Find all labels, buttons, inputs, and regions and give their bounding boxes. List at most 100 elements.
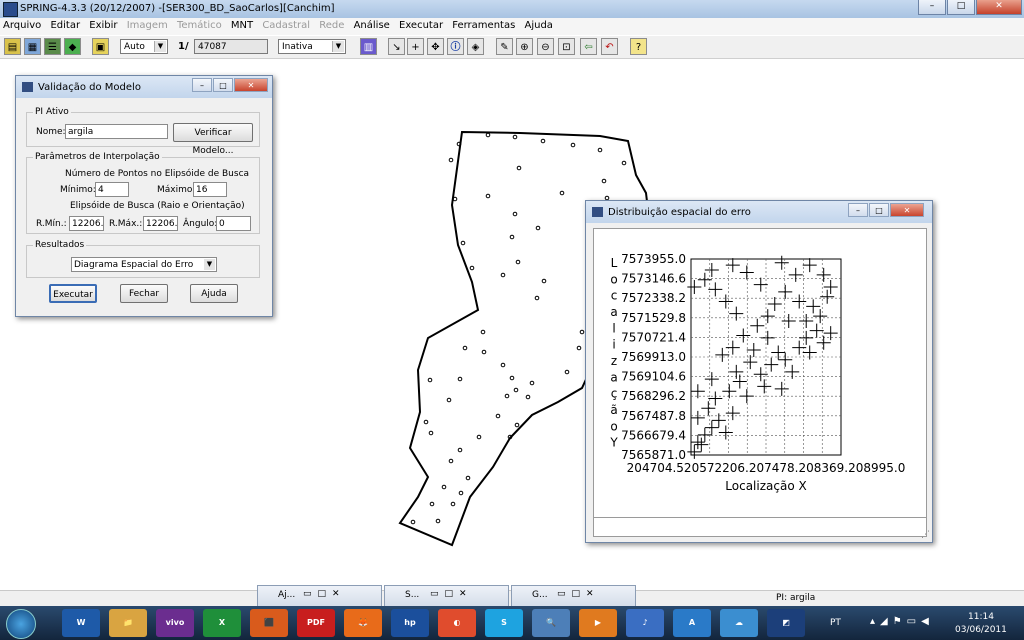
sample-point (480, 329, 486, 335)
language-indicator[interactable]: PT (830, 618, 841, 628)
sample-point (525, 394, 531, 400)
close-dialog-button[interactable]: Fechar (120, 284, 168, 303)
sample-point (458, 490, 464, 496)
points-title: Número de Pontos no Elipsóide de Busca (65, 169, 250, 179)
taskbar-app-icon[interactable]: ♪ (626, 609, 664, 637)
tray-icons[interactable]: ▴◢⚑▭◀ (870, 616, 934, 627)
window-controls-icon: ▭□✕ (430, 589, 473, 599)
taskbar-app-icon[interactable]: ☁ (720, 609, 758, 637)
rmax-field[interactable]: 12206.5 (143, 216, 178, 231)
clock-date[interactable]: 03/06/2011 (955, 625, 1007, 635)
minimized-window-1[interactable]: Aj... ▭□✕ (257, 585, 382, 607)
sample-point (564, 369, 570, 375)
sample-point (476, 434, 482, 440)
taskbar-app-icon[interactable]: ◐ (438, 609, 476, 637)
sample-point (485, 132, 491, 138)
sample-point (410, 519, 416, 525)
execute-button[interactable]: Executar (49, 284, 97, 303)
sample-point (446, 397, 452, 403)
results-select-value: Diagrama Espacial do Erro (74, 260, 194, 270)
sample-point (460, 240, 466, 246)
sample-point (462, 345, 468, 351)
minimize-button[interactable]: – (192, 78, 212, 92)
taskbar-app-icon[interactable]: ◩ (767, 609, 805, 637)
sample-point (500, 272, 506, 278)
angle-field[interactable]: 0 (216, 216, 251, 231)
maximize-button[interactable]: □ (869, 203, 889, 217)
sample-point (509, 375, 515, 381)
name-field[interactable]: argila (65, 124, 168, 139)
sample-point (423, 419, 429, 425)
dialog-title: Validação do Modelo (38, 82, 141, 93)
error-scatter-chart: 7573955.0 7573146.6 7572338.2 7571529.8 7570… (609, 252, 906, 493)
sample-point (512, 134, 518, 140)
sample-point (576, 345, 582, 351)
x-tick-labels: 204704.520572206.207478.208369.208995.0 (627, 461, 906, 475)
sample-point (513, 387, 519, 393)
status-pi: PI: argila (776, 593, 816, 603)
y-tick-label: 7571529.8 (621, 311, 686, 325)
interpolation-legend: Parâmetros de Interpolação (35, 152, 160, 162)
chart-dialog-title: Distribuição espacial do erro (608, 207, 751, 218)
minimized-window-label: Aj... (278, 590, 296, 600)
sample-point (570, 142, 576, 148)
resize-grip-icon[interactable]: ⋰ (921, 530, 930, 540)
taskbar-app-icon[interactable]: X (203, 609, 241, 637)
sample-point (597, 147, 603, 153)
results-select[interactable]: Diagrama Espacial do Erro ▼ (71, 257, 217, 272)
y-tick-label: 7573146.6 (621, 272, 686, 286)
max-points-field[interactable]: 16 (193, 182, 227, 197)
taskbar-app-icon[interactable]: vivo (156, 609, 194, 637)
taskbar-app-icon[interactable]: ▶ (579, 609, 617, 637)
sample-point (504, 393, 510, 399)
start-button-icon[interactable] (6, 609, 36, 639)
y-axis-label-char: i (612, 338, 615, 352)
maximize-button[interactable]: □ (213, 78, 233, 92)
sample-point (465, 475, 471, 481)
sample-point (512, 211, 518, 217)
y-axis-label-char: o (610, 419, 617, 433)
minimized-window-2[interactable]: S... ▭□✕ (384, 585, 509, 607)
min-label: Mínimo: (60, 185, 96, 195)
taskbar-app-icon[interactable]: W (62, 609, 100, 637)
results-legend: Resultados (35, 240, 85, 250)
clock-time[interactable]: 11:14 (968, 612, 994, 622)
sample-point (621, 160, 627, 166)
sample-point (428, 430, 434, 436)
taskbar-app-icon[interactable]: ⬛ (250, 609, 288, 637)
minimized-window-3[interactable]: G... ▭□✕ (511, 585, 636, 607)
taskbar-app-icon[interactable]: 🦊 (344, 609, 382, 637)
taskbar-app-icon[interactable]: hp (391, 609, 429, 637)
minimized-window-label: S... (405, 590, 420, 600)
taskbar-app-icon[interactable]: 🔍 (532, 609, 570, 637)
taskbar-app-icon[interactable]: A (673, 609, 711, 637)
taskbar-app-icon[interactable]: 📁 (109, 609, 147, 637)
min-points-field[interactable]: 4 (95, 182, 129, 197)
sample-point (540, 138, 546, 144)
rmin-field[interactable]: 12206.5 (69, 216, 104, 231)
taskbar-app-icon[interactable]: PDF (297, 609, 335, 637)
sample-point (529, 380, 535, 386)
y-axis-label-char: l (612, 321, 615, 335)
y-axis-label-char: c (611, 289, 618, 303)
sample-point (541, 278, 547, 284)
y-axis-label-char: L (611, 256, 618, 270)
taskbar-app-icon[interactable]: S (485, 609, 523, 637)
validation-dialog: Validação do Modelo – □ ✕ PI Ativo Nome:… (15, 75, 273, 317)
help-button[interactable]: Ajuda (190, 284, 238, 303)
sample-point (485, 193, 491, 199)
sample-point (429, 501, 435, 507)
y-axis-label-char: a (610, 370, 617, 384)
minimize-button[interactable]: – (848, 203, 868, 217)
y-tick-label: 7569104.6 (621, 370, 686, 384)
chevron-down-icon: ▼ (204, 259, 215, 270)
close-button[interactable]: ✕ (234, 78, 268, 92)
close-button[interactable]: ✕ (890, 203, 924, 217)
angle-label: Ângulo: (183, 219, 218, 229)
verify-model-button[interactable]: Verificar Modelo... (173, 123, 253, 156)
y-axis-label-char: Y (609, 436, 618, 450)
y-tick-label: 7569913.0 (621, 350, 686, 364)
sample-point (469, 265, 475, 271)
chart-footer (593, 517, 927, 537)
sample-point (579, 329, 585, 335)
